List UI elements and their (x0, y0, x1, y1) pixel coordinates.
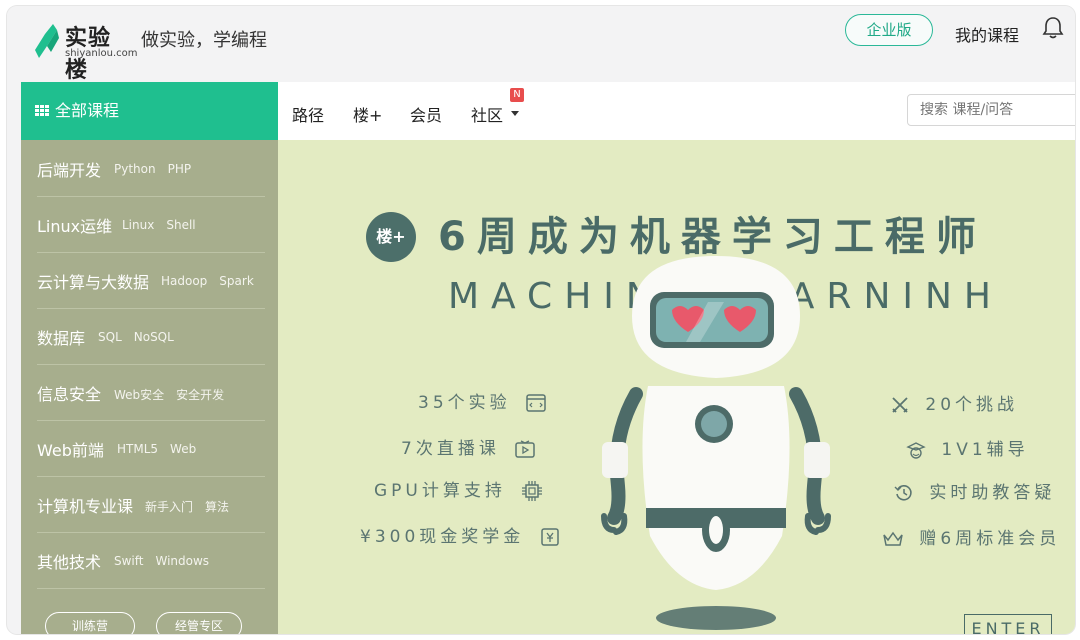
feature-text: 1V1辅导 (941, 440, 1029, 460)
notification-bell-icon[interactable] (1042, 16, 1064, 40)
sidebar-item-other[interactable]: 其他技术 Swift Windows (37, 532, 265, 589)
sidebar-item-subs: Linux Shell (122, 218, 208, 232)
feature-tutoring: 1V1辅导 (900, 435, 1029, 460)
feature-labs: 35个实验 (418, 388, 552, 413)
enter-button[interactable]: ENTER (964, 614, 1052, 634)
mentor-icon (906, 442, 926, 459)
course-category-sidebar: 后端开发 Python PHP Linux运维 Linux Shell 云计算与大数… (21, 140, 278, 634)
chevron-down-icon[interactable] (511, 111, 519, 116)
sidebar-sub-link[interactable]: 算法 (205, 500, 229, 514)
feature-text: 赠6周标准会员 (919, 529, 1061, 549)
sidebar-sub-link[interactable]: PHP (168, 162, 192, 176)
sidebar-item-database[interactable]: 数据库 SQL NoSQL (37, 308, 265, 365)
sidebar-item-subs: Python PHP (114, 162, 203, 176)
sidebar-item-subs: 新手入门 算法 (145, 498, 241, 515)
crossed-swords-icon (892, 397, 908, 413)
all-courses-label: 全部课程 (55, 101, 120, 120)
new-badge: N (510, 88, 524, 102)
site-slogan: 做实验，学编程 (141, 30, 267, 51)
sidebar-item-label: 云计算与大数据 (37, 273, 150, 292)
nav-item-community[interactable]: 社区 (471, 102, 503, 126)
bootcamp-button[interactable]: 训练营 (45, 612, 135, 634)
sidebar-item-label: 信息安全 (37, 385, 102, 404)
feature-assistant: 实时助教答疑 (888, 478, 1055, 503)
business-zone-button[interactable]: 经管专区 (156, 612, 242, 634)
feature-gpu: GPU计算支持 (374, 476, 549, 502)
nav-item-paths[interactable]: 路径 (292, 102, 324, 126)
sidebar-item-subs: Web安全 安全开发 (114, 386, 236, 403)
sidebar-sub-link[interactable]: Python (114, 162, 156, 176)
chip-icon (522, 481, 543, 501)
all-courses-header[interactable]: 全部课程 (21, 82, 278, 140)
logo-leaf-icon (35, 24, 59, 58)
code-window-icon (526, 394, 546, 412)
lou-plus-badge: 楼+ (366, 212, 416, 262)
top-nav: 路径 楼+ 会员 社区 N (278, 82, 1075, 140)
sidebar-item-cloud[interactable]: 云计算与大数据 Hadoop Spark (37, 252, 265, 309)
sidebar-sub-link[interactable]: SQL (98, 330, 122, 344)
sidebar-sub-link[interactable]: Hadoop (161, 274, 207, 288)
sidebar-sub-link[interactable]: HTML5 (117, 442, 158, 456)
feature-live: 7次直播课 (401, 434, 541, 459)
feature-scholarship: ¥300现金奖学金 (360, 522, 566, 547)
sidebar-sub-link[interactable]: Spark (219, 274, 253, 288)
sidebar-item-label: 数据库 (37, 329, 86, 348)
history-clock-icon (894, 485, 912, 501)
sidebar-sub-link[interactable]: Linux (122, 218, 154, 232)
feature-text: 35个实验 (418, 393, 511, 413)
sidebar-sub-link[interactable]: Swift (114, 554, 143, 568)
feature-challenges: 20个挑战 (884, 390, 1018, 415)
crown-icon (883, 531, 903, 546)
sidebar-sub-link[interactable]: Web (170, 442, 196, 456)
sidebar-item-subs: HTML5 Web (117, 442, 208, 456)
wallet-icon (540, 528, 559, 546)
sidebar-item-backend[interactable]: 后端开发 Python PHP (37, 140, 265, 197)
sidebar-item-subs: Swift Windows (114, 554, 221, 568)
nav-item-lou-plus[interactable]: 楼+ (353, 102, 382, 126)
sidebar-sub-link[interactable]: Web安全 (114, 388, 164, 402)
sidebar-item-linux[interactable]: Linux运维 Linux Shell (37, 196, 265, 253)
sidebar-sub-link[interactable]: 安全开发 (176, 388, 224, 402)
tv-play-icon (515, 440, 535, 458)
sidebar-item-security[interactable]: 信息安全 Web安全 安全开发 (37, 364, 265, 421)
grid-menu-icon (35, 105, 49, 117)
logo-domain: shiyanlou.com (65, 48, 138, 59)
search-input[interactable] (907, 94, 1075, 126)
sidebar-item-label: 其他技术 (37, 553, 102, 572)
site-logo[interactable]: 实验楼 shiyanlou.com (33, 16, 137, 83)
feature-text: 20个挑战 (925, 395, 1019, 415)
sidebar-sub-link[interactable]: 新手入门 (145, 500, 193, 514)
sidebar-item-label: 后端开发 (37, 161, 102, 180)
sidebar-item-cs[interactable]: 计算机专业课 新手入门 算法 (37, 476, 265, 533)
nav-item-membership[interactable]: 会员 (410, 102, 442, 126)
robot-illustration (601, 256, 831, 630)
sidebar-sub-link[interactable]: NoSQL (134, 330, 174, 344)
feature-text: GPU计算支持 (374, 481, 506, 501)
sidebar-item-subs: Hadoop Spark (161, 274, 266, 288)
sidebar-item-label: Linux运维 (37, 217, 113, 236)
sidebar-item-label: Web前端 (37, 441, 104, 460)
sidebar-sub-link[interactable]: Windows (155, 554, 209, 568)
feature-text: 实时助教答疑 (929, 483, 1056, 503)
feature-text: 7次直播课 (401, 439, 500, 459)
sidebar-item-subs: SQL NoSQL (98, 330, 186, 344)
browser-frame: 实验楼 shiyanlou.com 做实验，学编程 企业版 我的课程 全部课程 … (7, 6, 1075, 634)
feature-text: ¥300现金奖学金 (360, 527, 525, 547)
sidebar-sub-link[interactable]: Shell (166, 218, 195, 232)
sidebar-item-frontend[interactable]: Web前端 HTML5 Web (37, 420, 265, 477)
promo-banner[interactable]: 楼+ 6周成为机器学习工程师 MACHINE LEARNINH 35个实验 7次… (278, 140, 1075, 634)
enterprise-button[interactable]: 企业版 (845, 14, 933, 46)
feature-membership: 赠6周标准会员 (876, 524, 1060, 549)
my-courses-link[interactable]: 我的课程 (955, 22, 1019, 46)
site-header: 实验楼 shiyanlou.com 做实验，学编程 企业版 我的课程 (7, 6, 1075, 83)
sidebar-item-label: 计算机专业课 (37, 497, 134, 516)
